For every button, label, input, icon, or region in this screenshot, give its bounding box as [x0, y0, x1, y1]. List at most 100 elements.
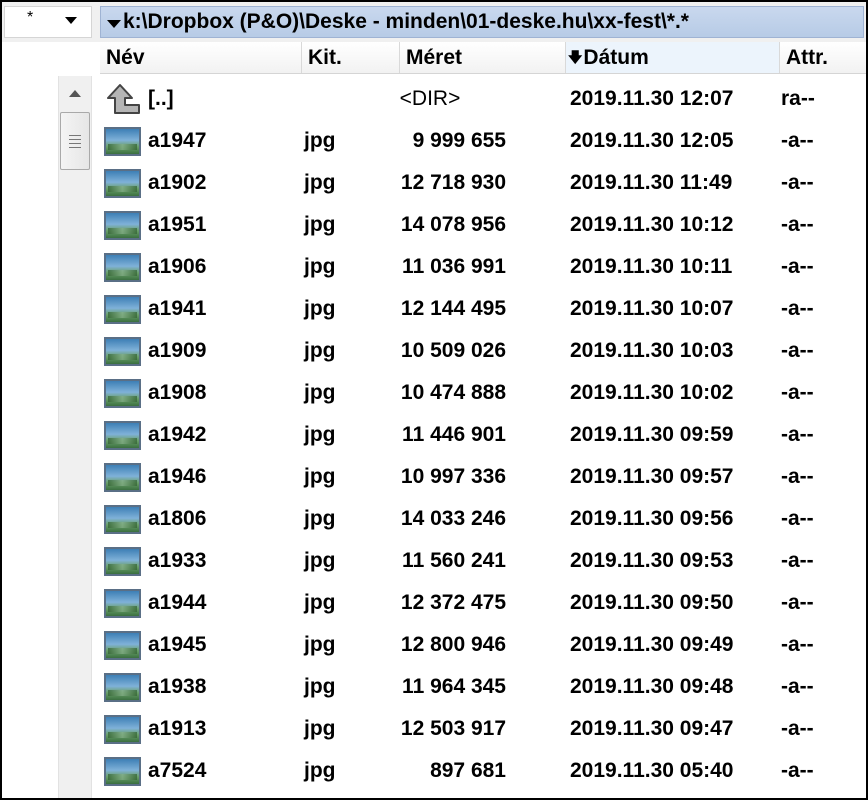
image-file-icon — [104, 127, 141, 156]
file-size: 14 033 246 — [400, 507, 506, 530]
filter-mask: * — [27, 9, 34, 26]
file-date: 2019.11.30 09:48 — [570, 675, 734, 698]
file-name: a1946 — [148, 465, 207, 488]
file-row[interactable]: a1951 jpg 14 078 956 2019.11.30 10:12 -a-- — [100, 204, 866, 246]
scrollbar-thumb[interactable] — [60, 112, 90, 170]
file-attr: -a-- — [781, 297, 814, 320]
file-size: 11 964 345 — [402, 675, 506, 698]
thumb-grip — [69, 143, 81, 144]
image-file-icon — [104, 295, 141, 324]
chevron-down-icon — [65, 17, 77, 24]
file-name: a7524 — [148, 759, 207, 782]
thumb-grip — [69, 139, 81, 140]
parent-dir-name: [..] — [148, 87, 174, 110]
file-name: a1941 — [148, 297, 207, 320]
file-attr: -a-- — [781, 675, 814, 698]
file-name: a1938 — [148, 675, 207, 698]
file-size: 10 474 888 — [400, 381, 506, 404]
file-attr: -a-- — [781, 423, 814, 446]
file-list: [..] <DIR> 2019.11.30 12:07 ra-- a1947 jp… — [100, 78, 866, 798]
current-path: k:\Dropbox (P&O)\Deske - minden\01-deske… — [123, 10, 689, 33]
column-name-label: Név — [106, 46, 145, 69]
file-row[interactable]: a1945 jpg 12 800 946 2019.11.30 09:49 -a-- — [100, 624, 866, 666]
thumb-grip — [69, 135, 81, 136]
scroll-up-arrow-icon[interactable] — [59, 80, 91, 108]
file-name: a1947 — [148, 129, 207, 152]
image-file-icon — [104, 421, 141, 450]
path-bar[interactable]: k:\Dropbox (P&O)\Deske - minden\01-deske… — [100, 6, 864, 38]
up-folder-icon — [107, 84, 140, 114]
image-file-icon — [104, 169, 141, 198]
file-date: 2019.11.30 09:59 — [570, 423, 734, 446]
image-file-icon — [104, 337, 141, 366]
file-row[interactable]: a1933 jpg 11 560 241 2019.11.30 09:53 -a-- — [100, 540, 866, 582]
file-date: 2019.11.30 10:02 — [570, 381, 734, 404]
file-attr: -a-- — [781, 717, 814, 740]
image-file-icon — [104, 211, 141, 240]
file-name: a1908 — [148, 381, 207, 404]
file-name: a1909 — [148, 339, 207, 362]
column-header: Név Kit. Méret 🡇Dátum Attr. — [100, 42, 866, 74]
file-row[interactable]: a1908 jpg 10 474 888 2019.11.30 10:02 -a-- — [100, 372, 866, 414]
column-header-size[interactable]: Méret — [400, 42, 566, 73]
file-name: a1951 — [148, 213, 207, 236]
file-name: a1913 — [148, 717, 207, 740]
file-attr: -a-- — [781, 339, 814, 362]
file-date: 2019.11.30 10:07 — [570, 297, 734, 320]
file-row[interactable]: a7524 jpg 897 681 2019.11.30 05:40 -a-- — [100, 750, 866, 792]
file-row[interactable]: a1806 jpg 14 033 246 2019.11.30 09:56 -a-- — [100, 498, 866, 540]
file-size: 12 800 946 — [400, 633, 506, 656]
file-name: a1902 — [148, 171, 207, 194]
file-date: 2019.11.30 11:49 — [570, 171, 733, 194]
file-attr: -a-- — [781, 213, 814, 236]
image-file-icon — [104, 673, 141, 702]
file-date: 2019.11.30 09:50 — [570, 591, 734, 614]
file-row[interactable]: a1946 jpg 10 997 336 2019.11.30 09:57 -a-- — [100, 456, 866, 498]
file-attr: -a-- — [781, 507, 814, 530]
file-name: a1906 — [148, 255, 207, 278]
file-row[interactable]: a1938 jpg 11 964 345 2019.11.30 09:48 -a-- — [100, 666, 866, 708]
file-row[interactable]: a1941 jpg 12 144 495 2019.11.30 10:07 -a-- — [100, 288, 866, 330]
file-size: 12 503 917 — [400, 717, 506, 740]
file-size: 11 446 901 — [402, 423, 506, 446]
file-row[interactable]: a1909 jpg 10 509 026 2019.11.30 10:03 -a-- — [100, 330, 866, 372]
file-row[interactable]: a1906 jpg 11 036 991 2019.11.30 10:11 -a-- — [100, 246, 866, 288]
file-name: a1806 — [148, 507, 207, 530]
file-row[interactable]: a1942 jpg 11 446 901 2019.11.30 09:59 -a-- — [100, 414, 866, 456]
file-date: 2019.11.30 10:12 — [570, 213, 734, 236]
column-header-name[interactable]: Név — [100, 42, 302, 73]
column-attr-label: Attr. — [786, 46, 828, 69]
parent-dir-date: 2019.11.30 12:07 — [570, 87, 734, 110]
file-row[interactable]: a1947 jpg 9 999 655 2019.11.30 12:05 -a-- — [100, 120, 866, 162]
file-size: 11 036 991 — [402, 255, 506, 278]
file-attr: -a-- — [781, 591, 814, 614]
image-file-icon — [104, 757, 141, 786]
file-date: 2019.11.30 10:11 — [570, 255, 733, 278]
file-filter-dropdown[interactable]: * — [4, 6, 92, 38]
file-name: a1945 — [148, 633, 207, 656]
file-size: 14 078 956 — [400, 213, 506, 236]
column-header-date[interactable]: 🡇Dátum — [566, 42, 780, 73]
file-size: 11 560 241 — [402, 549, 506, 572]
file-date: 2019.11.30 05:40 — [570, 759, 734, 782]
path-history-chevron-icon[interactable] — [107, 20, 121, 28]
parent-dir-attr: ra-- — [781, 87, 815, 110]
parent-dir-row[interactable]: [..] <DIR> 2019.11.30 12:07 ra-- — [100, 78, 866, 120]
file-name: a1942 — [148, 423, 207, 446]
column-header-ext[interactable]: Kit. — [302, 42, 400, 73]
file-size: 897 681 — [430, 759, 506, 782]
panel-toolbar: * k:\Dropbox (P&O)\Deske - minden\01-des… — [2, 2, 866, 42]
file-attr: -a-- — [781, 465, 814, 488]
parent-dir-size: <DIR> — [399, 87, 461, 110]
image-file-icon — [104, 631, 141, 660]
file-size: 12 718 930 — [400, 171, 506, 194]
file-row[interactable]: a1944 jpg 12 372 475 2019.11.30 09:50 -a-- — [100, 582, 866, 624]
column-header-attr[interactable]: Attr. — [780, 42, 866, 73]
image-file-icon — [104, 253, 141, 282]
file-row[interactable]: a1913 jpg 12 503 917 2019.11.30 09:47 -a-- — [100, 708, 866, 750]
file-name: a1944 — [148, 591, 207, 614]
vertical-scrollbar[interactable] — [58, 76, 92, 798]
file-row[interactable]: a1902 jpg 12 718 930 2019.11.30 11:49 -a-- — [100, 162, 866, 204]
file-attr: -a-- — [781, 633, 814, 656]
image-file-icon — [104, 379, 141, 408]
